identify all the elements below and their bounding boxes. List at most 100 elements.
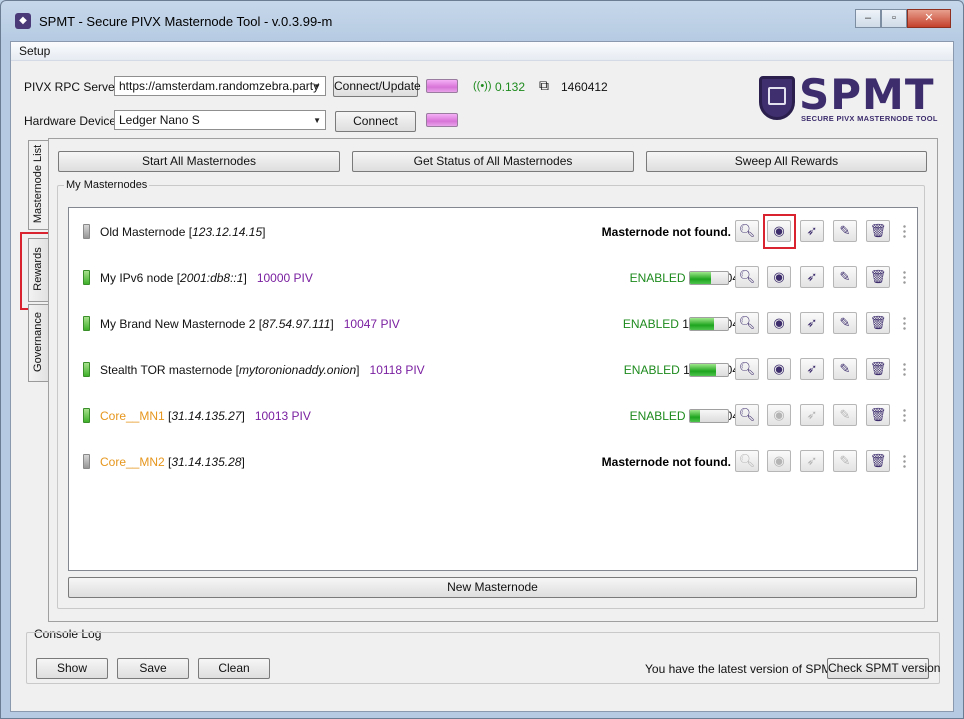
edit-icon: ✎ <box>839 269 851 284</box>
tab-masternode-list-label: Masternode List <box>32 144 44 224</box>
masternode-alias: Core__MN2 <box>100 455 165 469</box>
menu-setup[interactable]: Setup <box>17 44 52 58</box>
masternode-ip: 87.54.97.111 <box>262 317 331 331</box>
sweep-all-rewards-button[interactable]: Sweep All Rewards <box>646 151 927 172</box>
start-all-masternodes-button[interactable]: Start All Masternodes <box>58 151 340 172</box>
trash-button[interactable]: 🗑︎ <box>866 312 890 334</box>
eye-button[interactable]: ◉ <box>767 266 791 288</box>
masternode-row[interactable]: My IPv6 node [2001:db8::1] 10000 PIV ENAB… <box>69 254 917 300</box>
shield-logo-icon <box>759 76 795 120</box>
show-log-button[interactable]: Show <box>36 658 108 679</box>
save-log-button[interactable]: Save <box>117 658 189 679</box>
edit-button[interactable]: ✎ <box>833 220 857 242</box>
masternode-balance: 10047 PIV <box>343 317 400 331</box>
window-title: SPMT - Secure PIVX Masternode Tool - v.0… <box>39 14 333 29</box>
rocket-button[interactable]: ➶ <box>800 266 824 288</box>
maximize-button[interactable]: ▫ <box>881 9 907 28</box>
search-button[interactable]: 🔍︎ <box>735 312 759 334</box>
response-time: 0.132 <box>495 80 526 94</box>
queue-progress-bar <box>689 317 729 331</box>
tab-masternode-list[interactable]: Masternode List <box>28 140 48 230</box>
drag-handle-icon[interactable] <box>903 454 906 469</box>
search-button[interactable]: 🔍︎ <box>735 266 759 288</box>
trash-button[interactable]: 🗑︎ <box>866 220 890 242</box>
masternode-name: Old Masternode [123.12.14.15] <box>100 225 266 239</box>
rocket-button[interactable]: ➶ <box>800 220 824 242</box>
rocket-icon: ➶ <box>806 315 818 330</box>
trash-button[interactable]: 🗑︎ <box>866 404 890 426</box>
rocket-icon: ➶ <box>806 453 818 468</box>
logo-subtitle: SECURE PIVX MASTERNODE TOOL <box>801 114 938 123</box>
edit-icon: ✎ <box>839 407 851 422</box>
hardware-device-select[interactable]: Ledger Nano S ▼ <box>114 110 326 130</box>
hardware-device-label: Hardware Device <box>24 114 117 128</box>
search-button[interactable]: 🔍︎ <box>735 450 759 472</box>
eye-icon: ◉ <box>773 315 785 330</box>
rocket-button[interactable]: ➶ <box>800 450 824 472</box>
status-not-found: Masternode not found. <box>601 455 731 469</box>
queue-progress-bar <box>689 271 729 285</box>
group-title: My Masternodes <box>64 179 150 191</box>
eye-button[interactable]: ◉ <box>767 450 791 472</box>
status-enabled: ENABLED <box>623 363 680 377</box>
eye-button[interactable]: ◉ <box>767 312 791 334</box>
connect-update-button[interactable]: Connect/Update <box>333 76 421 97</box>
trash-icon: 🗑︎ <box>869 315 887 330</box>
eye-button[interactable]: ◉ <box>767 358 791 380</box>
masternode-ip: 31.14.135.28 <box>171 455 242 469</box>
edit-button[interactable]: ✎ <box>833 266 857 288</box>
progress-fill <box>690 272 712 284</box>
rocket-button[interactable]: ➶ <box>800 358 824 380</box>
rocket-button[interactable]: ➶ <box>800 404 824 426</box>
masternode-list-page: Start All Masternodes Get Status of All … <box>48 138 938 622</box>
search-icon: 🔍︎ <box>738 315 756 330</box>
drag-handle-icon[interactable] <box>903 362 906 377</box>
queue-progress-bar <box>689 409 729 423</box>
connect-button[interactable]: Connect <box>335 111 416 132</box>
edit-button[interactable]: ✎ <box>833 404 857 426</box>
eye-button[interactable]: ◉ <box>767 404 791 426</box>
masternode-status: Masternode not found. <box>602 225 731 239</box>
trash-button[interactable]: 🗑︎ <box>866 358 890 380</box>
search-button[interactable]: 🔍︎ <box>735 220 759 242</box>
menu-bar: Setup <box>11 42 953 61</box>
check-version-button[interactable]: Check SPMT version <box>827 658 940 679</box>
rocket-button[interactable]: ➶ <box>800 312 824 334</box>
get-status-button[interactable]: Get Status of All Masternodes <box>352 151 634 172</box>
search-button[interactable]: 🔍︎ <box>735 358 759 380</box>
edit-button[interactable]: ✎ <box>833 450 857 472</box>
masternode-status: Masternode not found. <box>602 455 731 469</box>
masternode-row[interactable]: Core__MN2 [31.14.135.28] Masternode not f… <box>69 438 917 484</box>
app-window: ◆ SPMT - Secure PIVX Masternode Tool - v… <box>0 0 964 719</box>
search-button[interactable]: 🔍︎ <box>735 404 759 426</box>
status-led-icon <box>83 270 90 285</box>
masternode-ip: 31.14.135.27 <box>171 409 242 423</box>
trash-button[interactable]: 🗑︎ <box>866 266 890 288</box>
client-area: Setup PIVX RPC Server https://amsterdam.… <box>10 41 954 712</box>
drag-handle-icon[interactable] <box>903 224 906 239</box>
edit-button[interactable]: ✎ <box>833 312 857 334</box>
edit-button[interactable]: ✎ <box>833 358 857 380</box>
drag-handle-icon[interactable] <box>903 408 906 423</box>
close-button[interactable]: ✕ <box>907 9 951 28</box>
clean-log-button[interactable]: Clean <box>198 658 270 679</box>
tab-governance[interactable]: Governance <box>28 304 48 382</box>
masternode-row[interactable]: My Brand New Masternode 2 [87.54.97.111]… <box>69 300 917 346</box>
status-led-icon <box>83 224 90 239</box>
masternode-row[interactable]: Core__MN1 [31.14.135.27] 10013 PIV ENABLE… <box>69 392 917 438</box>
status-led-icon <box>83 316 90 331</box>
edit-icon: ✎ <box>839 361 851 376</box>
masternode-row[interactable]: Stealth TOR masternode [mytoronionaddy.o… <box>69 346 917 392</box>
trash-button[interactable]: 🗑︎ <box>866 450 890 472</box>
new-masternode-button[interactable]: New Masternode <box>68 577 917 598</box>
status-not-found: Masternode not found. <box>601 225 731 239</box>
drag-handle-icon[interactable] <box>903 316 906 331</box>
minimize-button[interactable]: – <box>855 9 881 28</box>
rpc-status-indicator <box>426 79 458 93</box>
search-icon: 🔍︎ <box>738 223 756 238</box>
dropdown-arrow-icon: ▼ <box>313 116 321 125</box>
drag-handle-icon[interactable] <box>903 270 906 285</box>
trash-icon: 🗑︎ <box>869 453 887 468</box>
rpc-server-select[interactable]: https://amsterdam.randomzebra.party ▼ <box>114 76 326 96</box>
trash-icon: 🗑︎ <box>869 223 887 238</box>
